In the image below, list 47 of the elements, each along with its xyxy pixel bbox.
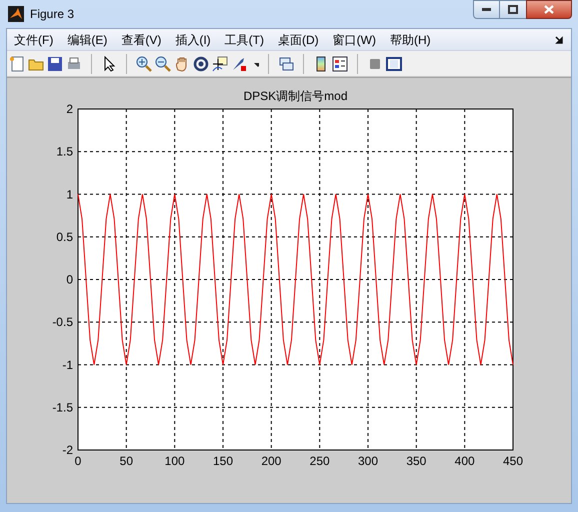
menu-item[interactable]: 查看(V) xyxy=(114,30,168,48)
save-icon[interactable] xyxy=(47,56,63,72)
x-tick-label: 100 xyxy=(164,454,185,468)
y-tick-label: 1.5 xyxy=(56,144,73,159)
new-file-icon[interactable] xyxy=(9,56,25,72)
menu-item[interactable]: 桌面(D) xyxy=(270,30,326,48)
window-title: Figure 3 xyxy=(30,6,74,23)
x-tick-label: 300 xyxy=(358,454,378,468)
plot-title: DPSK调制信号mod xyxy=(243,89,348,103)
y-tick-label: 1 xyxy=(66,187,73,202)
window-frame-icon[interactable] xyxy=(386,56,402,72)
x-tick-label: 400 xyxy=(454,454,475,468)
close-icon xyxy=(544,5,554,14)
maximize-button[interactable] xyxy=(500,0,526,19)
x-tick-label: 250 xyxy=(310,454,330,468)
minimize-icon xyxy=(482,8,491,11)
x-tick-label: 200 xyxy=(261,454,282,468)
close-button[interactable] xyxy=(526,0,572,19)
maximize-icon xyxy=(508,5,518,14)
printer-icon[interactable] xyxy=(66,56,82,72)
dock-arrow-icon[interactable] xyxy=(555,36,563,44)
legend-icon[interactable] xyxy=(332,56,348,72)
y-tick-label: -1 xyxy=(62,358,73,372)
data-cursor-icon[interactable] xyxy=(212,56,228,72)
menu-item[interactable]: 窗口(W) xyxy=(326,30,383,48)
y-tick-label: 2 xyxy=(66,102,73,116)
x-tick-label: 50 xyxy=(120,454,134,468)
y-tick-label: -1.5 xyxy=(52,400,73,414)
link-icon[interactable] xyxy=(278,56,294,72)
zoom-in-icon[interactable] xyxy=(136,56,152,72)
menu-item[interactable]: 工具(T) xyxy=(218,30,271,48)
x-tick-label: 150 xyxy=(212,454,234,468)
menu-item[interactable]: 文件(F) xyxy=(7,30,60,48)
app-logo-icon xyxy=(8,6,24,22)
zoom-out-icon[interactable] xyxy=(155,56,171,72)
menu-item[interactable]: 编辑(E) xyxy=(60,30,114,48)
x-tick-label: 350 xyxy=(406,454,426,468)
x-tick-label: 0 xyxy=(74,454,82,468)
y-tick-label: 0 xyxy=(66,272,73,286)
menu-item[interactable]: 帮助(H) xyxy=(382,30,438,48)
y-tick-label: 0.5 xyxy=(56,230,73,244)
minimize-button[interactable] xyxy=(473,0,500,19)
brush-icon[interactable] xyxy=(231,56,247,72)
y-tick-label: -2 xyxy=(62,443,73,457)
y-tick-label: -0.5 xyxy=(52,315,73,330)
menu-item[interactable]: 插入(I) xyxy=(168,30,218,48)
x-tick-label: 450 xyxy=(502,454,524,468)
